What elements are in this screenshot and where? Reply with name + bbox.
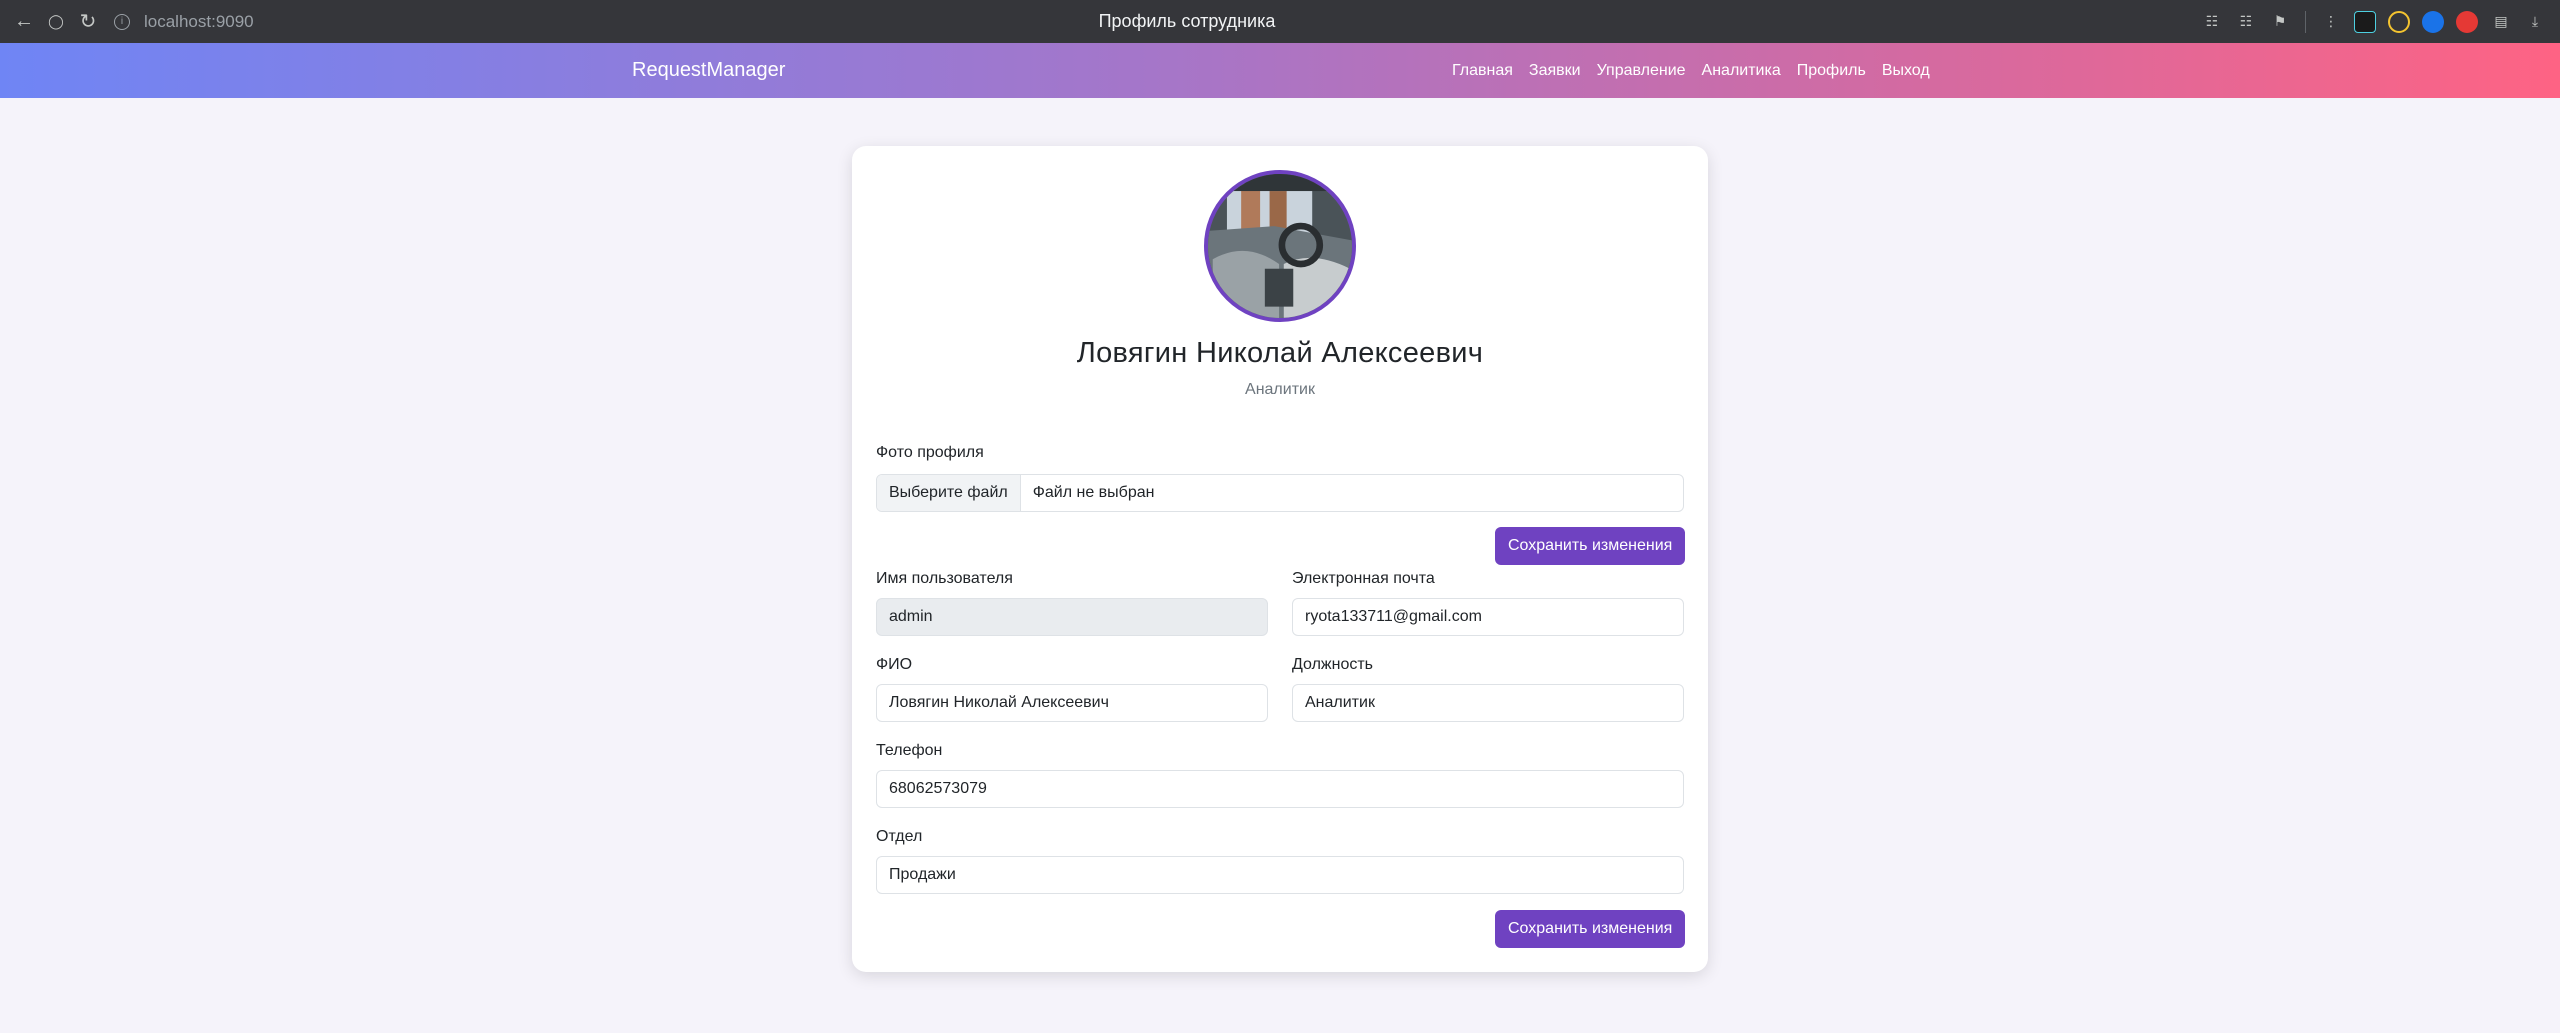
bookmark-icon[interactable]: ⚑ [2263,5,2297,39]
brand-logo[interactable]: RequestManager [632,59,785,82]
nav-link-analytics[interactable]: Аналитика [1702,62,1781,80]
browser-toolbar: ← ◯ ↻ i localhost:9090 Профиль сотрудник… [0,0,2560,43]
extensions-bar: ☷ ☷ ⚑ ⋮ ▤ ⤓ [2195,0,2560,43]
phone-field[interactable]: 68062573079 [876,770,1684,808]
save-profile-button[interactable]: Сохранить изменения [1495,910,1686,948]
department-label: Отдел [876,828,923,845]
nav-link-requests[interactable]: Заявки [1529,62,1581,80]
photo-file-input[interactable]: Выберите файл Файл не выбран [876,474,1684,512]
phone-label: Телефон [876,742,943,759]
nav-links: Главная Заявки Управление Аналитика Проф… [1452,62,1930,80]
avatar [1204,170,1356,322]
position-label: Должность [1292,656,1373,673]
translate-icon[interactable]: ☷ [2195,5,2229,39]
extension-icon[interactable] [2348,5,2382,39]
more-icon[interactable]: ⋮ [2314,5,2348,39]
nav-link-logout[interactable]: Выход [1882,62,1930,80]
download-icon[interactable]: ⤓ [2518,5,2552,39]
position-field[interactable]: Аналитик [1292,684,1684,722]
email-label: Электронная почта [1292,570,1435,587]
profile-role: Аналитик [1245,381,1315,398]
adblock-icon[interactable] [2450,5,2484,39]
toolbar-divider [2305,10,2306,33]
extension-yellow-icon[interactable] [2382,5,2416,39]
avatar-photo [1208,174,1352,318]
choose-file-button[interactable]: Выберите файл [877,475,1021,511]
nav-link-profile[interactable]: Профиль [1797,62,1866,80]
save-photo-button[interactable]: Сохранить изменения [1495,527,1686,565]
reading-list-icon[interactable]: ▤ [2484,5,2518,39]
profile-card: Ловягин Николай Алексеевич Аналитик Фото… [852,146,1708,972]
profile-name: Ловягин Николай Алексеевич [1076,337,1484,369]
username-label: Имя пользователя [876,570,1013,587]
username-field: admin [876,598,1268,636]
extension-blue-icon[interactable] [2416,5,2450,39]
nav-link-management[interactable]: Управление [1597,62,1686,80]
app-navbar: RequestManager Главная Заявки Управление… [0,43,2560,98]
department-field[interactable]: Продажи [876,856,1684,894]
fio-field[interactable]: Ловягин Николай Алексеевич [876,684,1268,722]
photo-label: Фото профиля [876,444,984,461]
nav-link-home[interactable]: Главная [1452,62,1513,80]
fio-label: ФИО [876,656,913,673]
file-status: Файл не выбран [1032,484,1155,501]
translate-alt-icon[interactable]: ☷ [2229,5,2263,39]
email-field[interactable]: ryota133711@gmail.com [1292,598,1684,636]
tab-title: Профиль сотрудника [1098,11,1276,31]
